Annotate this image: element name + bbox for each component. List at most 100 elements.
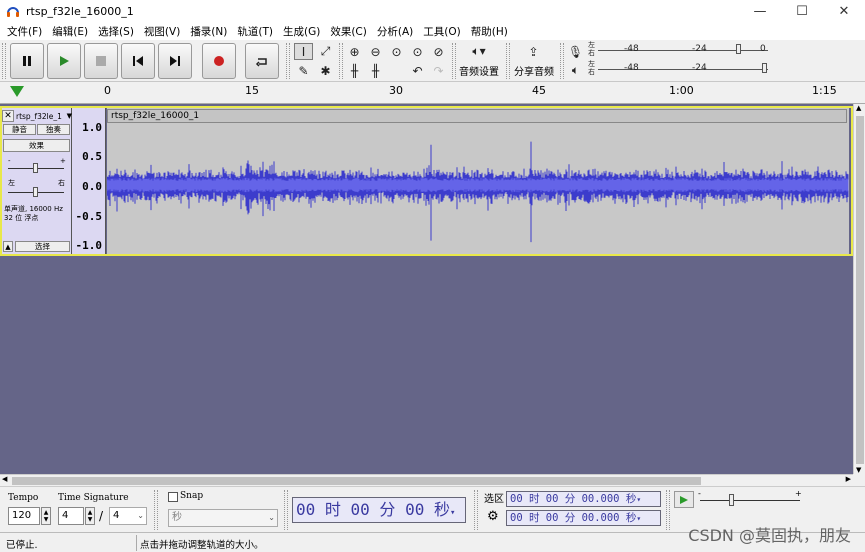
undo-button[interactable]: ↶: [408, 62, 427, 79]
track-name-menu[interactable]: rtsp_f32le_1: [14, 112, 67, 121]
record-meter-button[interactable]: 🎙︎: [566, 43, 585, 60]
pan-slider-thumb[interactable]: [33, 187, 38, 197]
playback-speed-slider[interactable]: [700, 500, 800, 501]
share-audio-label[interactable]: 分享音频: [514, 63, 554, 78]
waveform[interactable]: [107, 108, 849, 254]
playback-meter-button[interactable]: 🔈︎: [566, 62, 585, 79]
menu-tools[interactable]: 工具(O): [418, 24, 465, 39]
close-button[interactable]: ✕: [823, 0, 865, 22]
tempo-input[interactable]: 120: [8, 507, 40, 525]
scale-label: 1.0: [82, 121, 102, 134]
vertical-scroll-thumb[interactable]: [856, 116, 864, 464]
gain-slider-thumb[interactable]: [33, 163, 38, 173]
scroll-up-icon[interactable]: ▲: [856, 104, 861, 112]
selection-end-value: 00 时 00 分 00.000 秒: [510, 512, 637, 524]
time-sig-numerator-spinner[interactable]: ▲ ▼: [85, 507, 95, 525]
envelope-tool-button[interactable]: ⤢: [316, 43, 335, 60]
time-signature-label: Time Signature: [58, 493, 129, 503]
skip-to-end-button[interactable]: [158, 43, 192, 79]
loop-button[interactable]: [245, 43, 279, 79]
selection-tool-button[interactable]: I: [294, 43, 313, 60]
audacity-logo-icon: [7, 7, 19, 17]
fit-project-button[interactable]: ⊙: [408, 43, 427, 60]
collapse-track-button[interactable]: ▲: [3, 241, 13, 252]
playback-speed-thumb[interactable]: [729, 494, 734, 506]
record-button[interactable]: [202, 43, 236, 79]
record-meter-tick: 0: [760, 44, 766, 54]
mute-button[interactable]: 静音: [3, 124, 36, 135]
menu-select[interactable]: 选择(S): [93, 24, 139, 39]
menu-analyze[interactable]: 分析(A): [372, 24, 418, 39]
minimize-button[interactable]: —: [739, 0, 781, 22]
solo-button[interactable]: 独奏: [37, 124, 70, 135]
menu-transport[interactable]: 播录(N): [185, 24, 232, 39]
menu-view[interactable]: 视图(V): [139, 24, 185, 39]
fit-selection-button[interactable]: ⊙: [387, 43, 406, 60]
timeline-ruler[interactable]: 0 15 30 45 1:00 1:15: [0, 82, 865, 104]
skip-to-start-button[interactable]: [121, 43, 155, 79]
menu-effect[interactable]: 效果(C): [325, 24, 372, 39]
toolbar-grip[interactable]: [666, 490, 670, 530]
track-panel[interactable]: ✕ rtsp_f32le_1 ▼ 静音 独奏 效果 - + 左 右 单声道, 1…: [0, 104, 853, 474]
snap-checkbox[interactable]: [168, 492, 178, 502]
trim-button[interactable]: ╫: [345, 62, 364, 79]
toolbar-grip[interactable]: [474, 490, 478, 530]
toolbar-grip[interactable]: [339, 43, 343, 79]
speaker-icon: 🔈︎: [571, 63, 580, 77]
track-close-button[interactable]: ✕: [2, 110, 14, 122]
selection-start-time[interactable]: 00 时 00 分 00.000 秒▾: [506, 491, 661, 507]
multi-tool-button[interactable]: ✱: [316, 62, 335, 79]
menu-generate[interactable]: 生成(G): [278, 24, 325, 39]
selection-end-time[interactable]: 00 时 00 分 00.000 秒▾: [506, 510, 661, 526]
toolbar-grip[interactable]: [154, 490, 158, 530]
pause-button[interactable]: [10, 43, 44, 79]
toolbar-grip[interactable]: [452, 43, 456, 79]
audio-track[interactable]: ✕ rtsp_f32le_1 ▼ 静音 独奏 效果 - + 左 右 单声道, 1…: [0, 106, 853, 256]
horizontal-scroll-thumb[interactable]: [12, 477, 701, 485]
maximize-button[interactable]: ☐: [781, 0, 823, 22]
scale-label: 0.5: [82, 150, 102, 163]
toolbar-grip[interactable]: [286, 43, 290, 79]
toolbar-grip[interactable]: [560, 43, 564, 79]
chevron-down-icon: ⌄: [137, 511, 144, 520]
draw-tool-button[interactable]: ✎: [294, 62, 313, 79]
zoom-in-button[interactable]: ⊕: [345, 43, 364, 60]
audio-setup-label[interactable]: 音频设置: [459, 63, 499, 78]
share-audio-button[interactable]: ⇪: [524, 43, 543, 60]
toolbar-grip[interactable]: [2, 43, 6, 79]
time-sig-numerator-input[interactable]: 4: [58, 507, 84, 525]
scroll-left-icon[interactable]: ◀: [2, 475, 7, 483]
menu-tracks[interactable]: 轨道(T): [232, 24, 278, 39]
playback-meter-marker[interactable]: [762, 63, 767, 73]
play-head-icon[interactable]: [10, 86, 24, 97]
audio-position-time[interactable]: 00 时 00 分 00 秒▾: [292, 497, 466, 523]
amplitude-scale[interactable]: 1.0 0.5 0.0 -0.5 -1.0: [72, 108, 106, 254]
zoom-toggle-button[interactable]: ⊘: [429, 43, 448, 60]
silence-button[interactable]: ╫: [366, 62, 385, 79]
select-track-button[interactable]: 选择: [15, 241, 70, 252]
toolbar-grip[interactable]: [506, 43, 510, 79]
effects-button[interactable]: 效果: [3, 139, 70, 152]
snap-unit-select[interactable]: 秒 ⌄: [168, 509, 278, 527]
gear-icon[interactable]: ⚙: [487, 509, 499, 524]
record-meter-marker[interactable]: [736, 44, 741, 54]
scroll-down-icon[interactable]: ▼: [856, 466, 861, 474]
menu-edit[interactable]: 编辑(E): [47, 24, 93, 39]
scroll-right-icon[interactable]: ▶: [846, 475, 851, 483]
zoom-out-button[interactable]: ⊖: [366, 43, 385, 60]
vertical-scrollbar[interactable]: ▲ ▼: [853, 104, 865, 474]
stop-button[interactable]: [84, 43, 118, 79]
audio-setup-button[interactable]: 🔈︎▾: [464, 43, 494, 60]
menu-file[interactable]: 文件(F): [2, 24, 47, 39]
redo-button[interactable]: ↷: [429, 62, 448, 79]
tempo-spinner[interactable]: ▲ ▼: [41, 507, 51, 525]
playback-state: 已停止.: [6, 540, 38, 551]
time-sig-denominator-select[interactable]: 4 ⌄: [109, 507, 147, 525]
audio-clip[interactable]: rtsp_f32le_16000_1: [107, 108, 849, 254]
toolbar-grip[interactable]: [284, 490, 288, 530]
menu-help[interactable]: 帮助(H): [466, 24, 513, 39]
trim-icon: ╫: [350, 63, 359, 78]
play-button[interactable]: [47, 43, 81, 79]
horizontal-scrollbar[interactable]: ◀ ▶: [0, 474, 853, 486]
play-at-speed-button[interactable]: [674, 491, 694, 508]
